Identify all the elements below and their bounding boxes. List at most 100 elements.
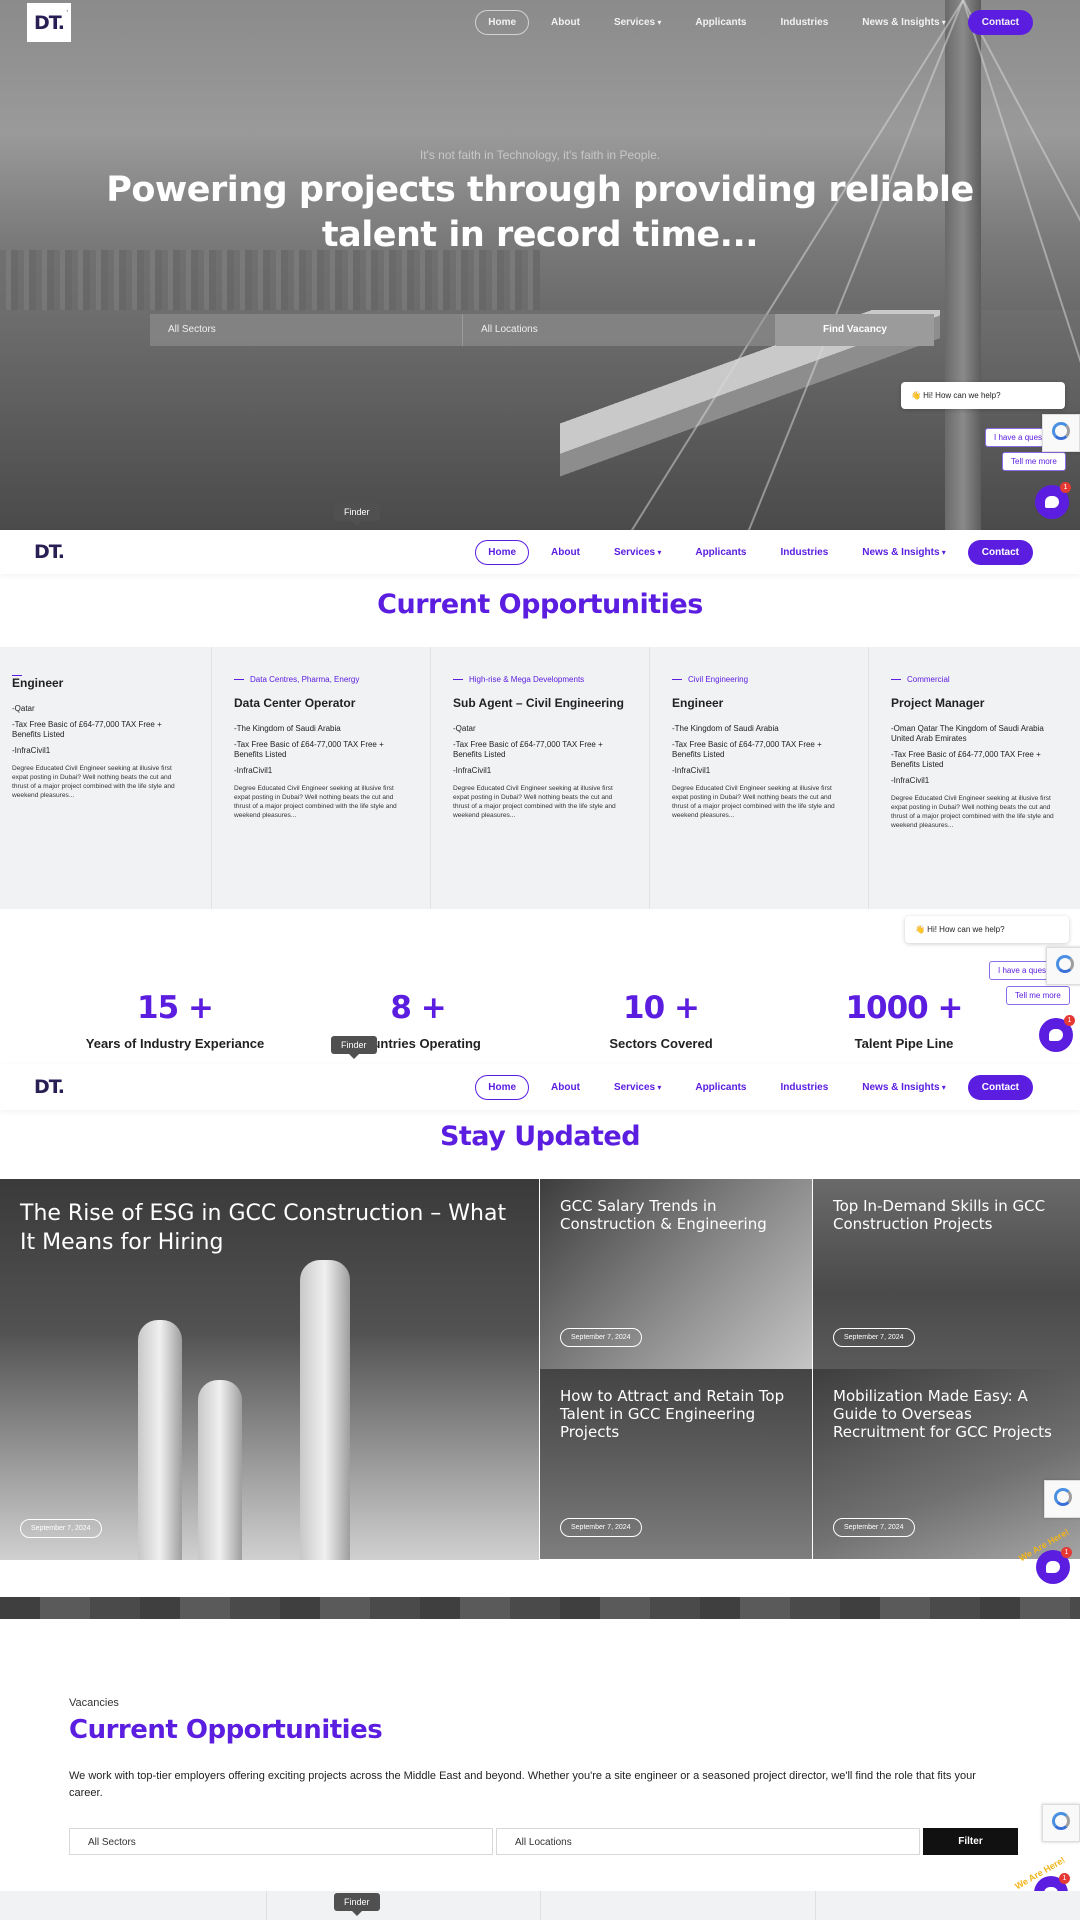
logo-text: DT. [33,1075,65,1098]
nav-applicants[interactable]: Applicants [683,11,758,34]
job-description: Degree Educated Civil Engineer seeking a… [234,785,397,819]
recaptcha-icon [1054,1488,1072,1506]
post-title[interactable]: Mobilization Made Easy: A Guide to Overs… [833,1387,1063,1441]
vacancy-location-select[interactable]: All Locations [496,1828,920,1855]
nav-about[interactable]: About [539,1076,592,1099]
nav-home[interactable]: Home [475,540,530,565]
post-title[interactable]: How to Attract and Retain Top Talent in … [560,1387,790,1441]
nav-industries[interactable]: Industries [768,11,840,34]
chat-launcher-button[interactable]: 1 [1036,1547,1072,1584]
chat-greeting: 👋 Hi! How can we help? [901,382,1065,409]
job-category: Data Centres, Pharma, Energy [234,675,408,684]
job-description: Degree Educated Civil Engineer seeking a… [453,785,616,819]
stat-label: Talent Pipe Line [854,1036,954,1051]
job-card[interactable]: Engineer -Qatar -Tax Free Basic of £64-7… [0,647,212,909]
nav-services[interactable]: Services [602,541,673,564]
finder-tooltip: Finder [334,1893,380,1916]
nav-news-insights[interactable]: News & Insights [850,1076,958,1099]
updates-title: Stay Updated [439,1121,641,1152]
job-title[interactable]: Data Center Operator [234,696,408,710]
job-card[interactable]: High-rise & Mega Developments Sub Agent … [431,647,650,909]
logo[interactable]: DT. ▪ [27,3,71,42]
logo[interactable]: DT. [27,1067,71,1106]
job-company: -InfraCivil1 [891,776,930,785]
chat-badge: 1 [1060,482,1071,493]
nav-news-insights[interactable]: News & Insights [850,11,958,34]
nav-news-insights[interactable]: News & Insights [850,541,958,564]
contact-button[interactable]: Contact [967,1075,1033,1100]
hero-search-bar: All Sectors All Locations Find Vacancy [150,314,934,346]
recaptcha-badge[interactable] [1044,1480,1080,1518]
chat-launcher-button[interactable]: 1 [1039,1015,1075,1052]
job-details: -Oman Qatar The Kingdom of Saudi Arabia … [891,724,1058,786]
recaptcha-icon [1056,955,1074,973]
logo-text: DT. [33,540,65,563]
hero-bridge-tower [945,0,981,531]
job-card[interactable]: Civil Engineering Engineer -The Kingdom … [650,647,869,909]
recaptcha-icon [1052,422,1070,440]
job-salary: -Tax Free Basic of £64-77,000 TAX Free +… [234,740,384,759]
post-date: September 7, 2024 [560,1328,642,1347]
featured-post-title[interactable]: The Rise of ESG in GCC Construction – Wh… [20,1199,520,1257]
job-title[interactable]: Sub Agent – Civil Engineering [453,696,627,710]
contact-button[interactable]: Contact [967,540,1033,565]
nav-industries[interactable]: Industries [768,541,840,564]
stat-value: 15 + [137,990,214,1026]
featured-post[interactable]: The Rise of ESG in GCC Construction – Wh… [0,1179,539,1560]
finder-tooltip: Finder [331,1036,377,1059]
job-salary: -Tax Free Basic of £64-77,000 TAX Free +… [891,750,1041,769]
nav-menu: Home About Services Applicants Industrie… [470,10,1038,35]
job-title[interactable]: Project Manager [891,696,1058,710]
recaptcha-badge[interactable] [1042,1804,1080,1842]
post-title[interactable]: Top In-Demand Skills in GCC Construction… [833,1197,1063,1233]
post-tile[interactable]: GCC Salary Trends in Construction & Engi… [540,1179,812,1369]
post-image-building [198,1380,242,1560]
nav-menu: Home About Services Applicants Industrie… [470,540,1038,565]
logo-mark-small: ▪ [66,8,68,13]
nav-about[interactable]: About [539,541,592,564]
nav-home[interactable]: Home [475,1075,530,1100]
job-card[interactable]: Commercial Project Manager -Oman Qatar T… [869,647,1080,909]
opportunities-title: Current Opportunities [377,589,703,620]
nav-industries[interactable]: Industries [768,1076,840,1099]
stat-label: Years of Industry Experiance [85,1036,265,1051]
job-location: -Oman Qatar The Kingdom of Saudi Arabia … [891,724,1044,743]
chat-option-more[interactable]: Tell me more [1002,452,1066,471]
job-title[interactable]: Engineer [12,676,189,690]
job-company: -InfraCivil1 [672,766,711,775]
job-card[interactable]: Data Centres, Pharma, Energy Data Center… [212,647,431,909]
stat-item: 1000 + Talent Pipe Line [784,990,1024,1051]
filter-button[interactable]: Filter [923,1828,1018,1855]
sticky-nav: DT. Home About Services Applicants Indus… [0,1064,1080,1110]
post-date: September 7, 2024 [833,1328,915,1347]
vacancy-sector-select[interactable]: All Sectors [69,1828,493,1855]
chat-icon [1049,1029,1063,1041]
hero-sector-select[interactable]: All Sectors [150,314,463,346]
chat-icon [1046,1561,1060,1573]
nav-applicants[interactable]: Applicants [683,1076,758,1099]
finder-tooltip: Finder [334,503,380,526]
chat-launcher-button[interactable]: 1 [1035,482,1071,519]
post-tile[interactable]: Mobilization Made Easy: A Guide to Overs… [813,1369,1080,1559]
find-vacancy-button[interactable]: Find Vacancy [776,314,934,346]
recaptcha-badge[interactable] [1046,947,1080,985]
job-salary: -Tax Free Basic of £64-77,000 TAX Free +… [672,740,822,759]
stat-value: 8 + [390,990,446,1026]
job-title[interactable]: Engineer [672,696,846,710]
nav-services[interactable]: Services [602,11,673,34]
post-date: September 7, 2024 [20,1519,102,1538]
stat-item: 15 + Years of Industry Experiance [55,990,295,1051]
vacancy-list-start [0,1891,1080,1920]
nav-home[interactable]: Home [475,10,530,35]
hero-location-select[interactable]: All Locations [463,314,776,346]
post-tile[interactable]: How to Attract and Retain Top Talent in … [540,1369,812,1559]
nav-services[interactable]: Services [602,1076,673,1099]
post-date: September 7, 2024 [833,1518,915,1537]
nav-about[interactable]: About [539,11,592,34]
contact-button[interactable]: Contact [967,10,1033,35]
post-title[interactable]: GCC Salary Trends in Construction & Engi… [560,1197,790,1233]
nav-applicants[interactable]: Applicants [683,541,758,564]
recaptcha-badge[interactable] [1042,414,1080,452]
logo[interactable]: DT. [27,532,71,571]
post-tile[interactable]: Top In-Demand Skills in GCC Construction… [813,1179,1080,1369]
